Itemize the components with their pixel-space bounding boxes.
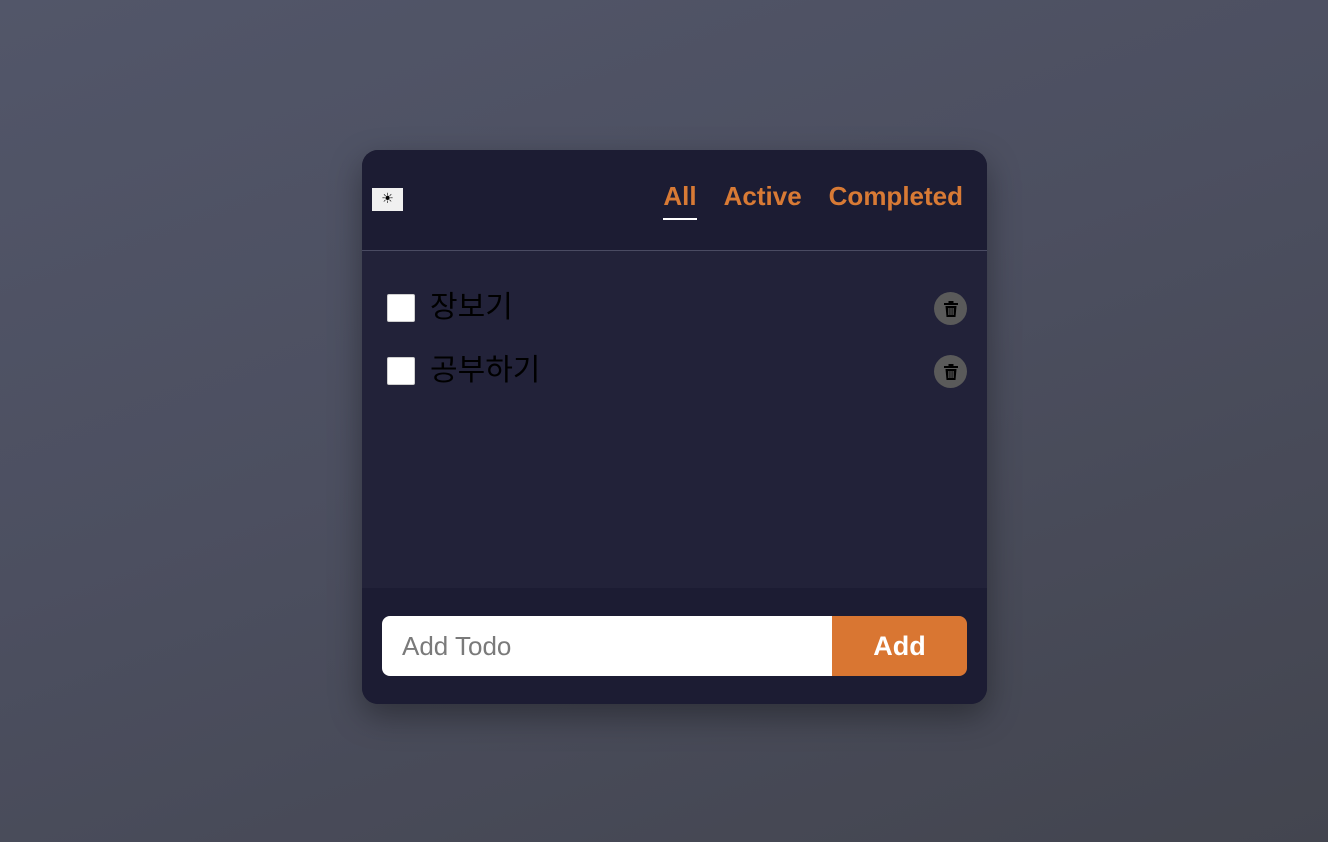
trash-icon (943, 300, 958, 317)
todo-text: 공부하기 (430, 353, 541, 388)
todo-item: 공부하기 (387, 354, 967, 388)
tab-completed[interactable]: Completed (829, 180, 963, 220)
delete-button[interactable] (934, 292, 967, 325)
theme-toggle-button[interactable]: ☀ (372, 188, 403, 211)
todo-app: ☀ All Active Completed 장보기 공부하기 Add Todo… (362, 150, 987, 704)
delete-button[interactable] (934, 355, 967, 388)
todo-text: 장보기 (430, 290, 513, 325)
app-header: ☀ All Active Completed (362, 150, 987, 251)
todo-list-area: 장보기 공부하기 (362, 251, 987, 588)
todo-checkbox[interactable] (387, 294, 415, 322)
todo-checkbox[interactable] (387, 357, 415, 385)
filter-tabs: All Active Completed (663, 180, 963, 220)
add-todo-footer: Add (362, 588, 987, 704)
trash-icon (943, 363, 958, 380)
tab-all[interactable]: All (663, 180, 697, 220)
todo-item: 장보기 (387, 291, 967, 325)
tab-active[interactable]: Active (724, 180, 802, 220)
add-todo-input[interactable] (382, 616, 832, 676)
sun-icon: ☀ (381, 191, 394, 207)
add-todo-form: Add (382, 616, 967, 676)
add-button[interactable]: Add (832, 616, 967, 676)
